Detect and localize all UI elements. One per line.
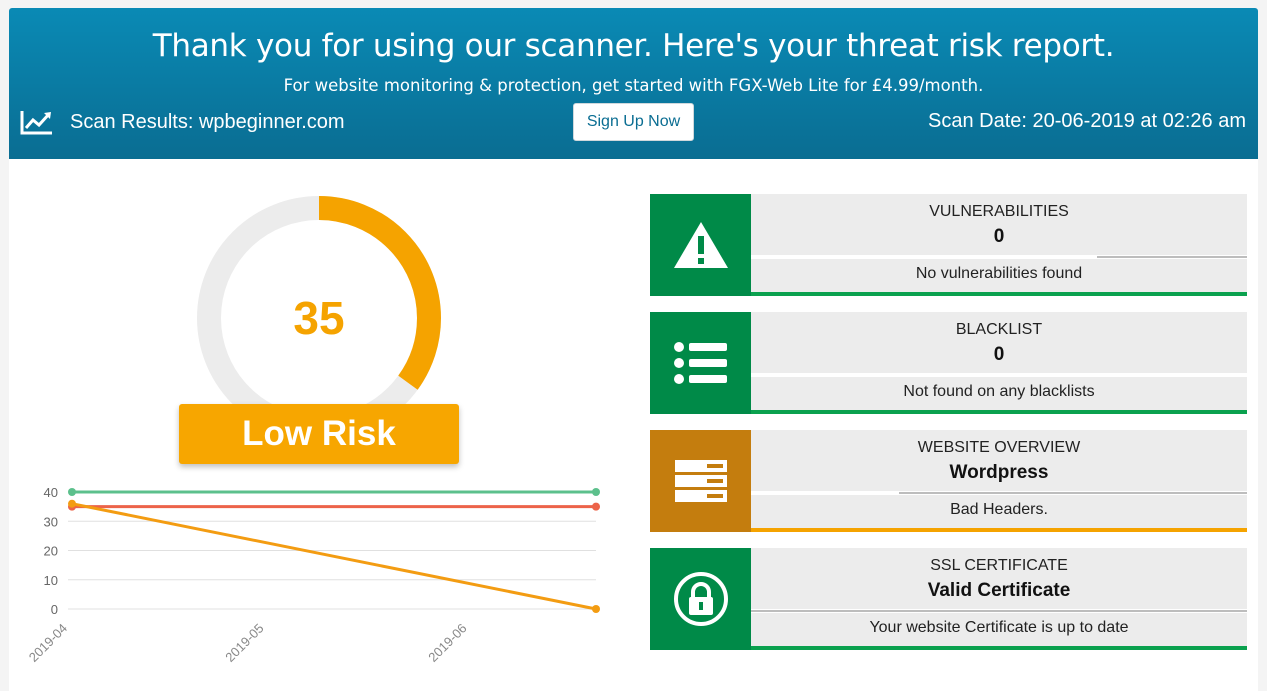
lock-icon: [650, 548, 751, 650]
card-status-bar: [751, 410, 1247, 414]
card-body: VULNERABILITIES 0 No vulnerabilities found: [751, 194, 1247, 296]
card-body: BLACKLIST 0 Not found on any blacklists: [751, 312, 1247, 414]
card-status-bar: [751, 528, 1247, 532]
scan-date: Scan Date: 20-06-2019 at 02:26 am: [928, 110, 1246, 132]
card-value: 0: [993, 226, 1005, 247]
sign-up-button[interactable]: Sign Up Now: [573, 103, 694, 141]
series-point-0: [68, 488, 76, 496]
card-body: WEBSITE OVERVIEW Wordpress Bad Headers.: [751, 430, 1247, 532]
card-description: Not found on any blacklists: [903, 383, 1095, 400]
x-tick-label: 2019-04: [29, 621, 70, 665]
x-tick-label: 2019-06: [425, 621, 469, 665]
card-description: Your website Certificate is up to date: [869, 619, 1129, 636]
y-tick-label: 10: [44, 573, 58, 588]
y-tick-label: 0: [51, 602, 58, 617]
scan-results: Scan Results: wpbeginner.com: [20, 109, 345, 135]
series-point-2: [68, 499, 76, 508]
page-title: Thank you for using our scanner. Here's …: [152, 28, 1115, 64]
card-status-bar: [751, 292, 1247, 296]
card-body: SSL CERTIFICATE Valid Certificate Your web…: [751, 548, 1247, 650]
card-value: 0: [993, 344, 1005, 365]
y-tick-label: 20: [44, 544, 58, 559]
status-card-website-overview: WEBSITE OVERVIEW Wordpress Bad Headers.: [650, 430, 1247, 532]
list-icon: [650, 312, 751, 414]
card-divider: [751, 609, 1247, 613]
series-point-2: [592, 605, 600, 613]
warning-icon: [650, 194, 751, 296]
card-value: Wordpress: [949, 462, 1049, 483]
card-divider: [751, 373, 1247, 377]
series-point-0: [592, 488, 600, 496]
card-label: VULNERABILITIES: [929, 203, 1069, 220]
y-tick-label: 40: [44, 485, 58, 500]
card-divider: [751, 255, 1247, 259]
card-label: BLACKLIST: [955, 321, 1043, 338]
card-divider: [751, 491, 1247, 495]
series-point-1: [592, 502, 600, 511]
status-card-blacklist: BLACKLIST 0 Not found on any blacklists: [650, 312, 1247, 414]
x-tick-label: 2019-05: [222, 621, 266, 665]
card-description: Bad Headers.: [950, 501, 1048, 518]
card-label: WEBSITE OVERVIEW: [917, 439, 1081, 456]
y-tick-label: 30: [44, 514, 58, 529]
trend-chart-icon: [20, 111, 52, 135]
scan-results-text: Scan Results: wpbeginner.com: [70, 110, 345, 133]
risk-score: 35: [293, 292, 345, 344]
card-description: No vulnerabilities found: [915, 265, 1083, 282]
status-card-ssl-certificate: SSL CERTIFICATE Valid Certificate Your web…: [650, 548, 1247, 650]
server-icon: [650, 430, 751, 532]
report-body: 35 Low Risk 0 10 20 30 40 2019-04 2019-05 2019-…: [9, 159, 1258, 691]
card-value: Valid Certificate: [927, 580, 1071, 601]
card-label: SSL CERTIFICATE: [930, 557, 1068, 574]
report-header: Thank you for using our scanner. Here's …: [9, 8, 1258, 159]
status-card-vulnerabilities: VULNERABILITIES 0 No vulnerabilities found: [650, 194, 1247, 296]
risk-level-badge: Low Risk: [179, 404, 459, 464]
promo-subtitle: For website monitoring & protection, get…: [283, 76, 984, 95]
series-line-2: [71, 502, 597, 611]
card-status-bar: [751, 646, 1247, 650]
risk-trend-chart: 0 10 20 30 40 2019-04 2019-05 2019-06: [29, 485, 600, 665]
